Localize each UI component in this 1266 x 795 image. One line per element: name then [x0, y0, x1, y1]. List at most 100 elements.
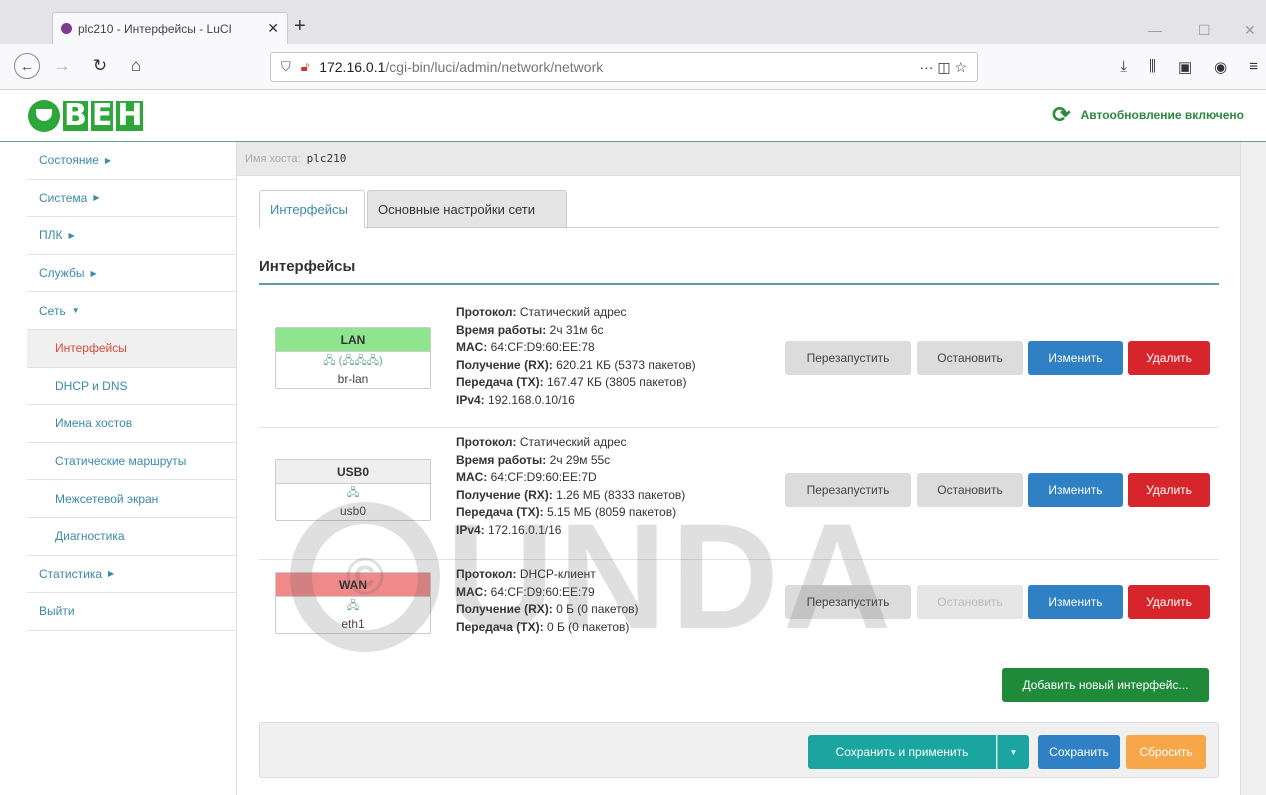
minimize-icon[interactable]: —	[1148, 22, 1162, 38]
library-icon[interactable]: ⫼	[1149, 58, 1156, 76]
oven-logo[interactable]: В Е Н	[28, 98, 144, 133]
protocol-value: Статический адрес	[519, 435, 627, 449]
browser-navbar: ← → ↻ ⌂ ⛉ 🔓︎ 172.16.0.1/cgi-bin/luci/adm…	[0, 44, 1266, 90]
autorefresh-toggle[interactable]: ⟳ Автообновление включено	[1052, 104, 1244, 126]
interface-device: eth1	[341, 617, 365, 631]
sidebar-item-label: Состояние	[39, 153, 99, 168]
stop-button[interactable]: Остановить	[917, 341, 1023, 375]
rx-label: Получение (RX):	[456, 602, 553, 616]
url-host: 172.16.0.1	[319, 59, 386, 75]
edit-button[interactable]: Изменить	[1028, 341, 1123, 375]
caret-right-icon: ▶	[104, 155, 112, 165]
sidebar-item-system[interactable]: Система ▶	[27, 180, 236, 218]
sidebar-item-static-routes[interactable]: Статические маршруты	[27, 443, 236, 481]
restart-button[interactable]: Перезапустить	[785, 473, 911, 507]
sidebar-item-dhcp-dns[interactable]: DHCP и DNS	[27, 368, 236, 406]
tab-interfaces[interactable]: Интерфейсы	[259, 190, 365, 228]
back-icon[interactable]: ←	[14, 53, 40, 79]
delete-button[interactable]: Удалить	[1128, 341, 1210, 375]
sidebar-icon[interactable]: ▣	[1178, 58, 1192, 76]
sidebar-item-label: Службы	[39, 266, 85, 281]
network-device-icon: 🖧 (🖧🖧🖧)	[323, 354, 383, 367]
edit-button[interactable]: Изменить	[1028, 585, 1123, 619]
section-divider	[259, 283, 1219, 285]
interface-badge: WAN 🖧 eth1	[275, 572, 431, 634]
tx-value: 0 Б (0 пакетов)	[546, 619, 630, 634]
sidebar-item-label: Диагностика	[55, 529, 125, 544]
tx-value: 5.15 МБ (8059 пакетов)	[546, 505, 677, 519]
reset-button[interactable]: Сбросить	[1126, 735, 1206, 769]
tx-value: 167.47 КБ (3805 пакетов)	[546, 375, 687, 389]
save-apply-dropdown-icon[interactable]: ▼	[997, 735, 1029, 769]
hostname-value: plc210	[306, 152, 347, 165]
save-button[interactable]: Сохранить	[1038, 735, 1120, 769]
url-text[interactable]: 172.16.0.1/cgi-bin/luci/admin/network/ne…	[319, 59, 909, 75]
tx-label: Передача (TX):	[456, 619, 544, 634]
caret-down-icon: ▼	[71, 306, 80, 316]
uptime-value: 2ч 29м 55с	[549, 452, 611, 467]
interface-device: usb0	[339, 504, 367, 518]
sidebar-item-services[interactable]: Службы ▶	[27, 255, 236, 293]
stop-button: Остановить	[917, 585, 1023, 619]
download-icon[interactable]: ⤓	[1120, 58, 1127, 76]
network-device-icon: 🖧	[346, 599, 360, 612]
toolbar-icons: ⤓ ⫼ ▣ ◉ ≡	[1120, 58, 1258, 76]
hostname-bar: Имя хоста: plc210	[237, 142, 1240, 176]
page-scrollbar[interactable]	[1240, 142, 1266, 795]
rx-label: Получение (RX):	[456, 487, 553, 502]
url-actions[interactable]: ··· ◫ ☆	[919, 59, 967, 76]
delete-button[interactable]: Удалить	[1128, 473, 1210, 507]
protocol-value: Статический адрес	[519, 305, 627, 319]
network-device-icon: 🖧	[346, 486, 360, 499]
tx-label: Передача (TX):	[456, 505, 544, 519]
logo-o-mark	[28, 100, 60, 132]
browser-tab[interactable]: plc210 - Интерфейсы - LuCI ✕	[52, 12, 288, 44]
protocol-label: Протокол:	[456, 567, 517, 581]
sidebar-item-label: Статистика	[39, 566, 103, 581]
uptime-value: 2ч 31м 6с	[549, 322, 604, 337]
uptime-label: Время работы:	[456, 322, 547, 337]
maximize-icon[interactable]: ☐	[1198, 22, 1211, 39]
sidebar-item-diagnostics[interactable]: Диагностика	[27, 518, 236, 556]
sidebar-item-label: Интерфейсы	[55, 341, 127, 356]
reload-icon[interactable]: ↻	[88, 54, 112, 78]
window-close-icon[interactable]: ✕	[1244, 22, 1256, 39]
interface-info: Протокол: DHCP-клиент MAC: 64:CF:D9:60:E…	[456, 566, 639, 636]
sidebar-item-firewall[interactable]: Межсетевой экран	[27, 480, 236, 518]
sidebar-item-statistics[interactable]: Статистика ▶	[27, 556, 236, 594]
sidebar-item-logout[interactable]: Выйти	[27, 593, 236, 631]
menu-icon[interactable]: ≡	[1249, 58, 1258, 76]
extension-icon[interactable]: ◉	[1214, 58, 1227, 76]
logo-letter: Е	[90, 98, 114, 133]
ipv4-value: 172.16.0.1/16	[488, 522, 562, 537]
interface-info: Протокол: Статический адрес Время работы…	[456, 304, 696, 409]
mac-value: 64:CF:D9:60:EE:7D	[490, 470, 597, 484]
save-apply-button[interactable]: Сохранить и применить	[808, 735, 996, 769]
uptime-label: Время работы:	[456, 452, 547, 467]
tab-general-network-settings[interactable]: Основные настройки сети	[367, 190, 567, 228]
delete-button[interactable]: Удалить	[1128, 585, 1210, 619]
add-interface-button[interactable]: Добавить новый интерфейс...	[1002, 668, 1209, 702]
ipv4-label: IPv4:	[456, 522, 485, 537]
home-icon[interactable]: ⌂	[124, 54, 148, 78]
protocol-label: Протокол:	[456, 435, 517, 449]
sidebar-item-label: Сеть	[39, 303, 66, 318]
sidebar-item-interfaces[interactable]: Интерфейсы	[27, 329, 236, 368]
caret-right-icon: ▶	[68, 230, 75, 240]
restart-button[interactable]: Перезапустить	[785, 585, 911, 619]
new-tab-button[interactable]: +	[294, 16, 306, 36]
address-bar[interactable]: ⛉ 🔓︎ 172.16.0.1/cgi-bin/luci/admin/netwo…	[270, 52, 978, 82]
sidebar-item-plc[interactable]: ПЛК ▶	[27, 217, 236, 255]
forward-icon[interactable]: →	[50, 54, 74, 78]
content-tabs: Интерфейсы Основные настройки сети	[259, 190, 1219, 228]
edit-button[interactable]: Изменить	[1028, 473, 1123, 507]
tab-close-icon[interactable]: ✕	[267, 20, 279, 37]
restart-button[interactable]: Перезапустить	[785, 341, 911, 375]
sidebar-item-hostnames[interactable]: Имена хостов	[27, 405, 236, 443]
caret-right-icon: ▶	[108, 569, 115, 579]
interface-row-lan: LAN 🖧 (🖧🖧🖧) br-lan Протокол: Статический…	[259, 296, 1219, 428]
sidebar-item-status[interactable]: Состояние ▶	[27, 142, 236, 180]
sidebar-item-network[interactable]: Сеть ▼	[27, 292, 236, 330]
caret-right-icon: ▶	[90, 268, 97, 278]
stop-button[interactable]: Остановить	[917, 473, 1023, 507]
